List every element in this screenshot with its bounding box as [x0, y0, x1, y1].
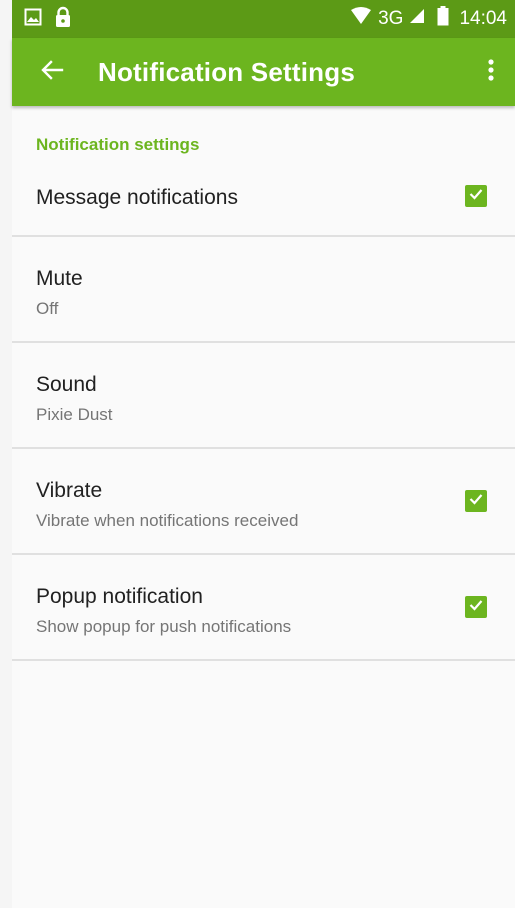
divider: [12, 659, 515, 661]
page-title: Notification Settings: [98, 57, 355, 87]
popup-notification-checkbox[interactable]: [465, 596, 487, 618]
network-type: 3G: [378, 8, 404, 29]
pref-sound[interactable]: Sound Pixie Dust: [12, 343, 515, 447]
pref-message-notifications[interactable]: Message notifications: [12, 166, 515, 234]
section-header: Notification settings: [36, 135, 200, 154]
check-icon: [468, 491, 484, 512]
pref-summary: Vibrate when notifications received: [36, 511, 299, 530]
lock-icon: [54, 6, 72, 33]
back-button[interactable]: [34, 54, 70, 90]
status-left-icons: [24, 6, 72, 33]
pref-popup-notification[interactable]: Popup notification Show popup for push n…: [12, 555, 515, 659]
arrow-back-icon: [40, 58, 64, 87]
overflow-menu-button[interactable]: [479, 54, 503, 90]
pref-title: Mute: [36, 267, 83, 290]
check-icon: [468, 186, 484, 207]
status-time: 14:04: [459, 8, 507, 29]
check-icon: [468, 597, 484, 618]
message-notifications-checkbox[interactable]: [465, 185, 487, 207]
image-notification-icon: [24, 8, 42, 31]
pref-title: Popup notification: [36, 585, 203, 608]
pref-title: Message notifications: [36, 186, 238, 209]
more-vert-icon: [488, 58, 494, 87]
vibrate-checkbox[interactable]: [465, 490, 487, 512]
pref-vibrate[interactable]: Vibrate Vibrate when notifications recei…: [12, 449, 515, 553]
pref-title: Vibrate: [36, 479, 103, 502]
app-bar: Notification Settings: [12, 38, 515, 106]
status-right-icons: 3G 14:04: [350, 6, 507, 32]
wifi-icon: [350, 7, 372, 31]
pref-summary: Pixie Dust: [36, 405, 113, 424]
battery-icon: [437, 6, 449, 32]
app-frame: 3G 14:04 Notification Settings Notificat…: [12, 0, 515, 908]
pref-summary: Show popup for push notifications: [36, 617, 292, 636]
signal-icon: [409, 8, 425, 30]
pref-mute[interactable]: Mute Off: [12, 237, 515, 341]
pref-title: Sound: [36, 373, 97, 396]
pref-summary: Off: [36, 299, 59, 318]
status-bar: 3G 14:04: [12, 0, 515, 38]
